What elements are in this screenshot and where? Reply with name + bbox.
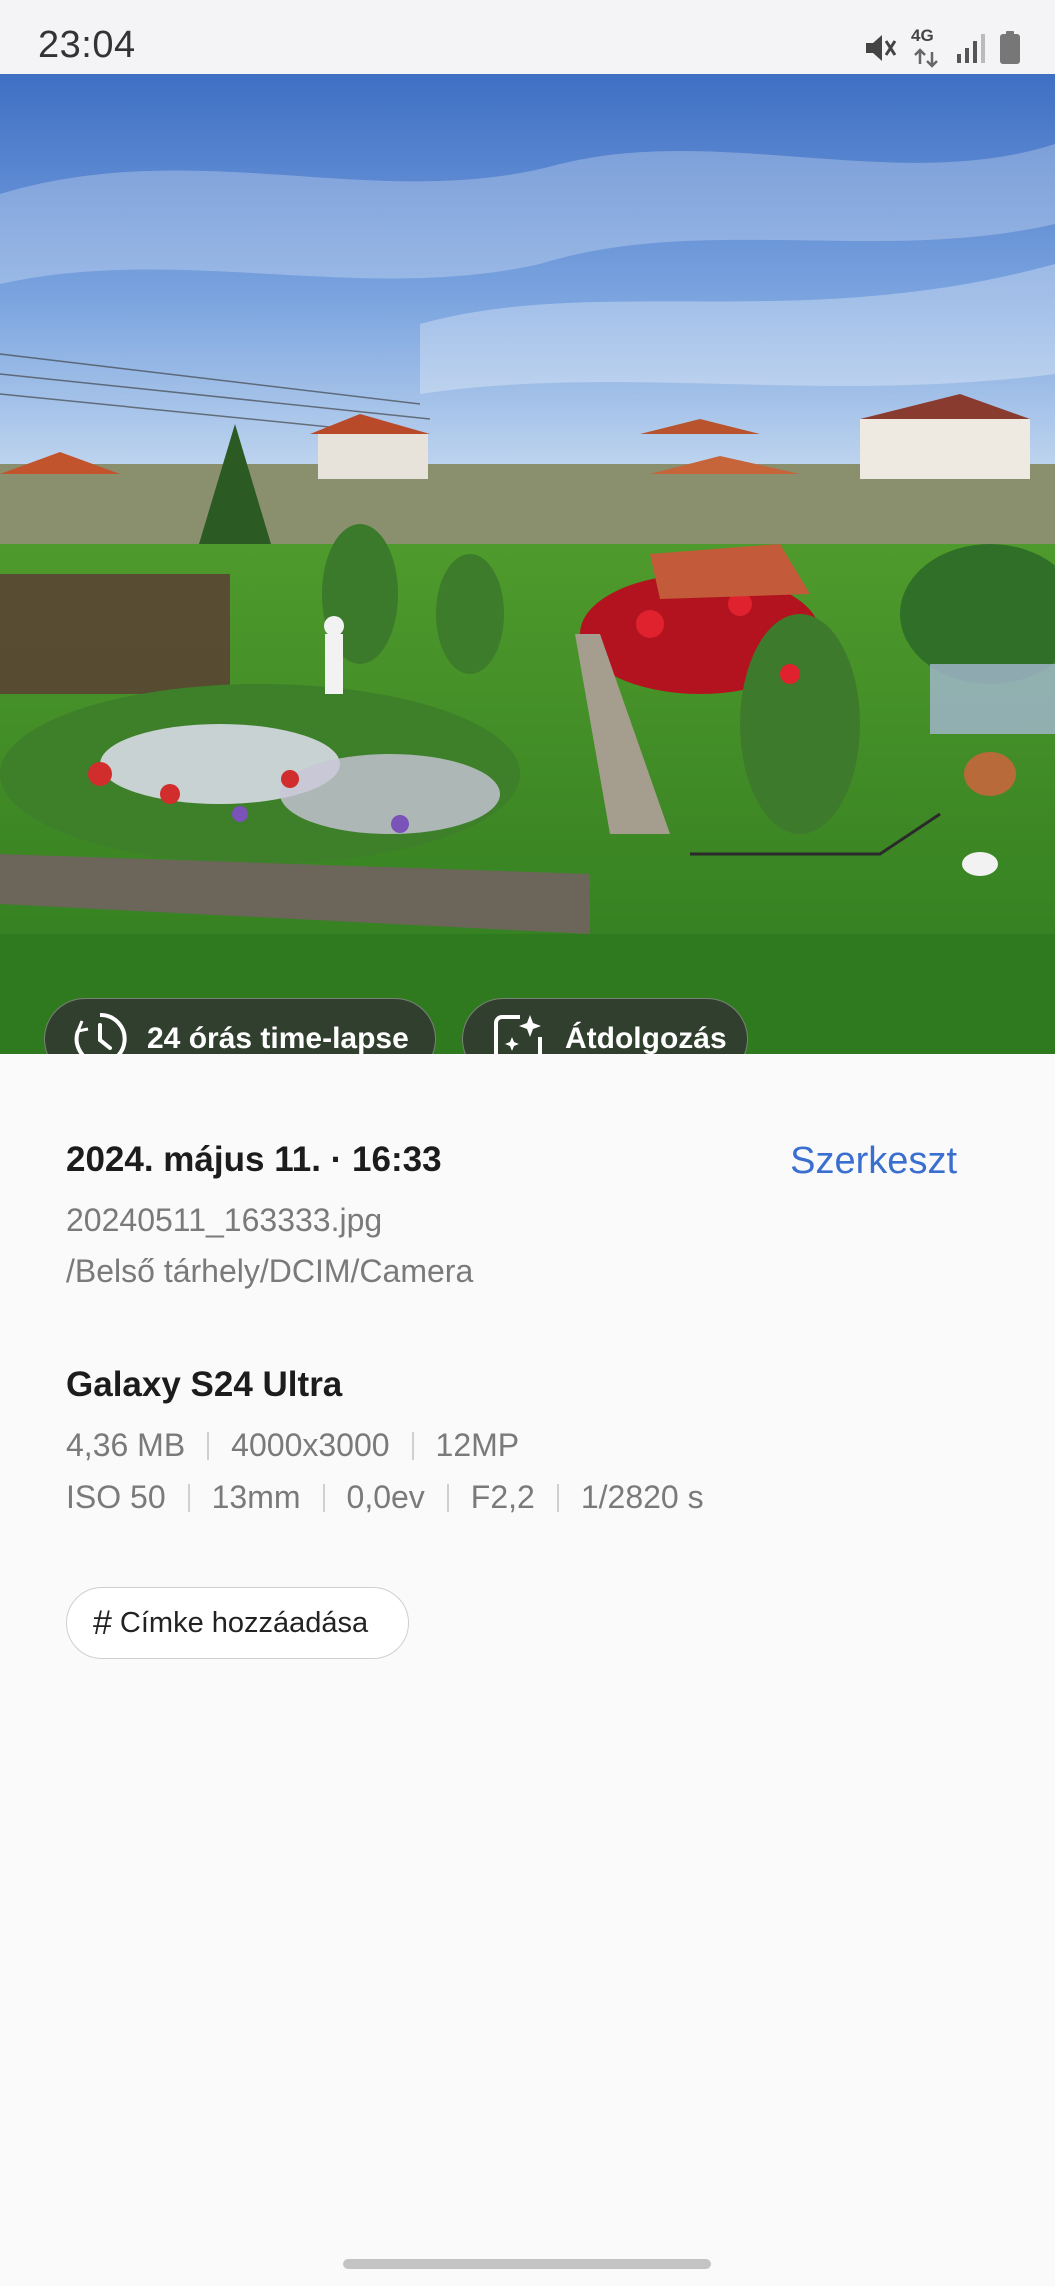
photo-date: 2024. május 11. · 16:33 — [66, 1140, 442, 1179]
file-path: /Belső tárhely/DCIM/Camera — [66, 1253, 474, 1289]
timelapse-label: 24 órás time-lapse — [147, 1022, 409, 1054]
camera-meta-row: ISO 50 13mm 0,0ev F2,2 1/2820 s — [66, 1479, 704, 1516]
divider — [322, 1483, 325, 1512]
focal-length: 13mm — [211, 1479, 301, 1515]
file-meta-row: 4,36 MB 4000x3000 12MP — [66, 1427, 519, 1464]
divider — [556, 1483, 559, 1512]
mute-icon — [863, 32, 897, 64]
divider — [411, 1431, 414, 1460]
battery-icon — [999, 31, 1021, 65]
remaster-label: Átdolgozás — [565, 1022, 727, 1054]
remaster-button[interactable]: Átdolgozás — [462, 998, 748, 1054]
file-name: 20240511_163333.jpg — [66, 1202, 383, 1238]
hashtag-icon: # — [93, 1603, 112, 1642]
exposure-value: 0,0ev — [346, 1479, 425, 1515]
status-icons: 4G — [863, 26, 1021, 68]
status-time: 23:04 — [38, 24, 136, 66]
add-tag-label: Címke hozzáadása — [119, 1606, 369, 1639]
garden-photo — [0, 74, 1055, 1054]
timelapse-clock-icon — [71, 1010, 129, 1054]
divider — [207, 1431, 210, 1460]
aperture: F2,2 — [470, 1479, 535, 1515]
home-indicator[interactable] — [343, 2259, 711, 2269]
file-size: 4,36 MB — [66, 1427, 186, 1463]
network-type-label: 4G — [911, 26, 934, 45]
shutter-speed: 1/2820 s — [580, 1479, 704, 1515]
add-tag-button[interactable]: # Címke hozzáadása — [66, 1587, 409, 1659]
megapixels: 12MP — [435, 1427, 520, 1463]
signal-icon — [955, 32, 985, 64]
edit-button[interactable]: Szerkeszt — [790, 1140, 957, 1183]
iso-value: ISO 50 — [66, 1479, 166, 1515]
photo-preview[interactable]: 24 órás time-lapse Átdolgozás — [0, 74, 1055, 1054]
status-bar: 23:04 4G — [0, 0, 1055, 74]
timelapse-button[interactable]: 24 órás time-lapse — [44, 998, 436, 1054]
device-name: Galaxy S24 Ultra — [66, 1365, 343, 1404]
divider — [187, 1483, 190, 1512]
remaster-sparkle-icon — [489, 1010, 547, 1054]
divider — [446, 1483, 449, 1512]
4g-data-icon: 4G — [911, 26, 941, 68]
resolution: 4000x3000 — [231, 1427, 390, 1463]
